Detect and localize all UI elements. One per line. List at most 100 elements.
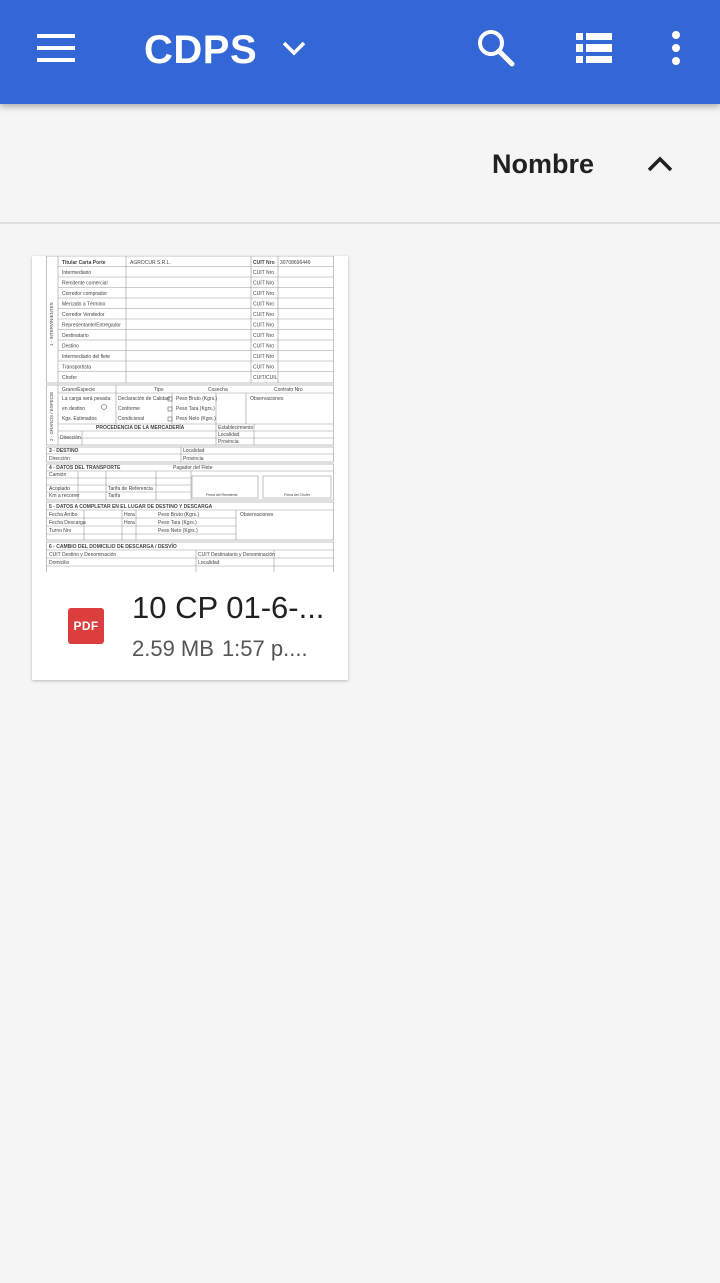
folder-dropdown-button[interactable] [272, 26, 316, 70]
file-info: PDF 10 CP 01-6-... 2.59 MB 1:57 p.... [32, 572, 348, 680]
thumb-role-label: Corredor comprador [62, 291, 107, 297]
thumb-cuit-label: CUIT Nro [253, 333, 274, 339]
thumb-pagador: Pagador del Flete [173, 465, 213, 471]
menu-icon [37, 34, 75, 62]
thumb-role-label: Destinatario [62, 333, 89, 339]
thumb-tipo: Tipo [154, 387, 164, 393]
folder-title[interactable]: CDPS [144, 26, 257, 74]
thumb-titular: Titular Carta Porte [62, 260, 106, 266]
thumb-peso-tara: Peso Tara (Kgrs.) [176, 406, 215, 412]
file-card[interactable]: Titular Carta Porte AGROCUR S.R.L. CUIT … [32, 256, 348, 680]
thumb-section4: 4 - DATOS DEL TRANSPORTE [49, 465, 121, 471]
thumb-tarifa: Tarifa [108, 493, 120, 499]
thumb-cuit-label: CUIT Nro [253, 270, 274, 276]
thumb-localidad: Localidad [218, 432, 240, 438]
thumb-role-label: Intermediario [62, 270, 91, 276]
thumb-role-label: Chofer [62, 375, 77, 381]
thumb-peso-bruto: Peso Bruto (Kgrs.) [176, 396, 217, 402]
sort-by-name-label[interactable]: Nombre [492, 146, 594, 182]
more-options-button[interactable] [654, 24, 698, 72]
thumb-section6: 6 - CAMBIO DEL DOMICILIO DE DESCARGA / D… [49, 542, 177, 550]
thumb-peso-neto: Peso Neto (Kgrs.) [176, 416, 216, 422]
thumb-provincia-2: Provincia [183, 456, 204, 462]
thumb-procedencia: PROCEDENCIA DE LA MERCADERÍA [96, 423, 185, 431]
thumb-acoplado: Acoplado [49, 486, 70, 492]
file-name: 10 CP 01-6-... [132, 590, 325, 625]
thumb-role-label: Remitente comercial [62, 281, 108, 287]
thumb-cuit-value: 30708696449 [280, 260, 311, 266]
thumb-role-label: Representante/Entregador [62, 323, 121, 329]
thumb-cuit-label: CUIT Nro [253, 302, 274, 308]
thumb-role-label: Corredor Vendedor [62, 312, 105, 318]
thumb-role-label: Destino [62, 344, 79, 350]
thumb-kgs: Kgs. Estimados [62, 416, 97, 422]
thumb-peso-bruto-2: Peso Bruto (Kgrs.) [158, 512, 199, 518]
chevron-down-icon [282, 41, 306, 56]
thumb-fecha-descarga: Fecha Descarga [49, 520, 86, 526]
file-modified: 1:57 p.... [221, 636, 308, 661]
thumb-domicilio: Domicilio [49, 560, 70, 566]
thumb-localidad-2: Localidad [183, 448, 205, 454]
thumb-role-label: Mercado a Término [62, 302, 105, 308]
thumb-direccion-2: Dirección [49, 456, 70, 462]
thumb-establecimiento: Establecimiento [218, 425, 254, 431]
thumb-localidad-3: Localidad [198, 560, 220, 566]
menu-button[interactable] [24, 24, 88, 72]
sort-direction-button[interactable] [636, 140, 684, 188]
thumb-carga: La carga será pesada [62, 396, 111, 402]
thumb-observaciones-2: Observaciones [240, 512, 274, 518]
thumb-section5: 5 - DATOS A COMPLETAR EN EL LUGAR DE DES… [49, 504, 213, 510]
file-thumbnail: Titular Carta Porte AGROCUR S.R.L. CUIT … [46, 256, 334, 572]
thumb-cosecha: Cosecha [208, 387, 228, 393]
thumb-section1: 1 - INTERVINIENTES [49, 302, 54, 346]
thumb-cuit-label: CUIT Nro [253, 260, 275, 266]
thumb-en-destino: en destino [62, 406, 85, 412]
thumb-conforme: Conforme [118, 406, 140, 412]
thumb-condicional: Condicional [118, 416, 144, 422]
thumb-hora-2: Hora [124, 520, 135, 526]
thumb-cuit-label: CUIT Nro [253, 312, 274, 318]
thumb-role-label: Transportista [62, 365, 91, 371]
thumb-peso-neto-2: Peso Neto (Kgrs.) [158, 528, 198, 534]
app-bar: CDPS [0, 0, 720, 104]
file-size: 2.59 MB [132, 636, 214, 661]
thumb-firma-chofer: Firma del Chofer [284, 493, 311, 497]
view-toggle-button[interactable] [568, 24, 620, 72]
file-meta: 2.59 MB 1:57 p.... [132, 634, 328, 664]
thumb-cuit-destino: CUIT Destino y Denominación [49, 552, 116, 558]
file-type-badge: PDF [73, 619, 99, 633]
thumb-km: Km a recorrer [49, 493, 80, 499]
pdf-file-icon: PDF [68, 608, 104, 644]
thumb-declaracion: Declaración de Calidad [118, 396, 170, 402]
search-button[interactable] [470, 24, 522, 72]
more-vert-icon [672, 31, 680, 65]
thumb-cuit-label: CUIT Nro [253, 354, 274, 360]
thumb-firma-remitente: Firma del Remitente [206, 493, 238, 497]
thumb-cuit-label: CUIT/CUIL [253, 375, 278, 381]
thumb-camion: Camión [49, 472, 66, 478]
chevron-up-icon [647, 156, 673, 172]
thumb-titular-value: AGROCUR S.R.L. [130, 260, 171, 266]
thumb-cuit-label: CUIT Nro [253, 323, 274, 329]
thumb-provincia: Provincia [218, 439, 239, 445]
thumb-turno: Turno Nro [49, 528, 72, 534]
thumb-fecha-arribo: Fecha Arribo [49, 512, 78, 518]
thumb-cuit-label: CUIT Nro [253, 291, 274, 297]
sort-bar [0, 104, 720, 224]
thumb-direccion-1: Dirección [60, 435, 81, 441]
thumb-grano: Grano/Especie [62, 387, 95, 393]
thumb-contrato: Contrato Nro [274, 387, 303, 393]
thumb-cuit-label: CUIT Nro [253, 281, 274, 287]
thumb-cuit-destinatario: CUIT Destinatario y Denominación [198, 552, 275, 558]
thumb-cuit-label: CUIT Nro [253, 344, 274, 350]
thumb-section2: 2 - GRANOS / ESPECIE [49, 392, 54, 441]
search-icon [478, 30, 515, 67]
thumb-cuit-label: CUIT Nro [253, 365, 274, 371]
thumb-role-label: Intermediario del flete [62, 354, 110, 360]
thumb-tarifa-ref: Tarifa de Referencia [108, 486, 153, 492]
thumb-hora-1: Hora [124, 512, 135, 518]
thumb-observaciones: Observaciones [250, 396, 284, 402]
thumb-section3: 3 - DESTINO [49, 448, 79, 454]
list-view-icon [576, 33, 612, 63]
thumb-peso-tara-2: Peso Tara (Kgrs.) [158, 520, 197, 526]
